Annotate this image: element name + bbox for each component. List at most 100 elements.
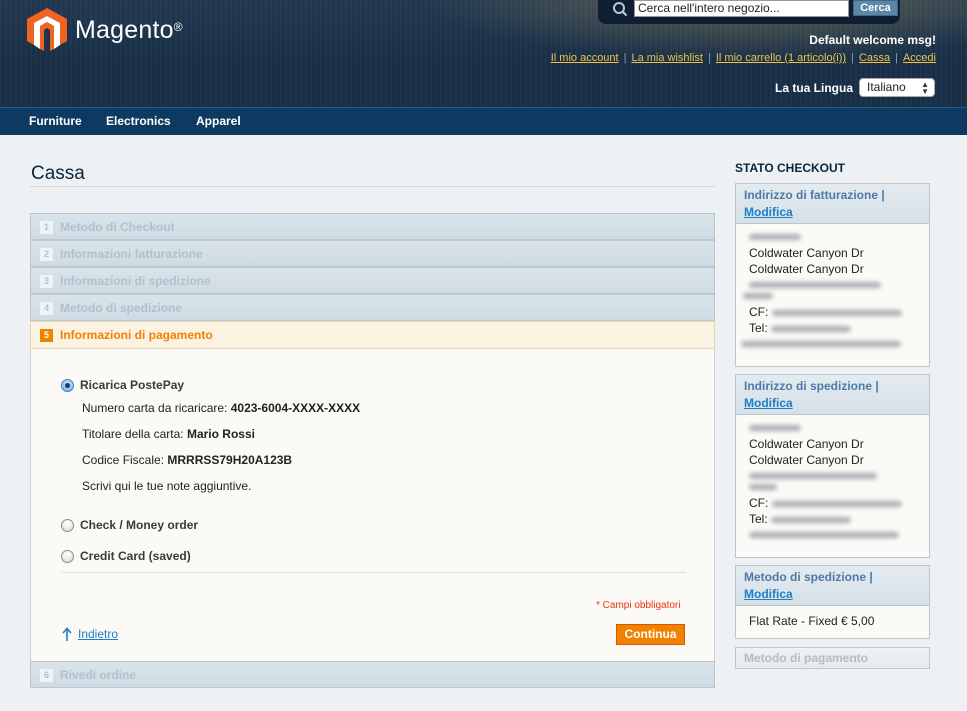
step-label: Informazioni di spedizione bbox=[60, 274, 211, 288]
language-label: La tua Lingua bbox=[775, 81, 853, 95]
shipping-address-header: Indirizzo di spedizione | Modifica bbox=[736, 375, 929, 415]
step-billing-info[interactable]: 2 Informazioni fatturazione bbox=[30, 240, 715, 267]
billing-cf-label: CF: bbox=[749, 305, 769, 319]
panel-divider bbox=[61, 572, 686, 573]
notes-text[interactable]: Scrivi qui le tue note aggiuntive. bbox=[82, 479, 251, 493]
back-link[interactable]: Indietro bbox=[78, 627, 118, 641]
shipping-method-value: Flat Rate - Fixed € 5,00 bbox=[749, 614, 875, 628]
redacted-cf bbox=[771, 309, 902, 316]
fiscal-code-label: Codice Fiscale: bbox=[82, 453, 165, 467]
header-separator: | bbox=[875, 379, 879, 393]
search-icon bbox=[613, 2, 628, 17]
billing-address-box: Indirizzo di fatturazione | Modifica Col… bbox=[735, 183, 930, 367]
card-holder-row: Titolare della carta: Mario Rossi bbox=[82, 427, 255, 441]
language-value: Italiano bbox=[867, 80, 906, 94]
billing-street-2: Coldwater Canyon Dr bbox=[749, 262, 864, 276]
nav-item-furniture[interactable]: Furniture bbox=[29, 114, 82, 128]
title-divider bbox=[30, 186, 715, 187]
redacted-name bbox=[749, 425, 801, 431]
card-holder-label: Titolare della carta: bbox=[82, 427, 184, 441]
shipping-address-title: Indirizzo di spedizione bbox=[744, 379, 873, 393]
search-input[interactable]: Cerca nell'intero negozio... bbox=[634, 0, 849, 17]
billing-edit-link[interactable]: Modifica bbox=[744, 205, 793, 219]
billing-street-1: Coldwater Canyon Dr bbox=[749, 246, 864, 260]
payment-method-box: Metodo di pagamento bbox=[735, 647, 930, 669]
link-checkout[interactable]: Cassa bbox=[859, 52, 890, 64]
shipping-edit-link[interactable]: Modifica bbox=[744, 396, 793, 410]
billing-address-header: Indirizzo di fatturazione | Modifica bbox=[736, 184, 929, 224]
step-label: Metodo di Checkout bbox=[60, 220, 175, 234]
step-label: Informazioni fatturazione bbox=[60, 247, 203, 261]
step-number: 3 bbox=[40, 275, 53, 288]
step-order-review[interactable]: 6 Rivedi ordine bbox=[30, 661, 715, 688]
shipping-address-body: Coldwater Canyon Dr Coldwater Canyon Dr … bbox=[736, 415, 929, 551]
redacted-tel bbox=[771, 516, 852, 523]
page-title: Cassa bbox=[31, 163, 85, 184]
step-number: 6 bbox=[40, 669, 53, 682]
magento-logo[interactable]: Magento® bbox=[27, 8, 183, 52]
fiscal-code-value: MRRRSS79H20A123B bbox=[167, 453, 293, 467]
option-postepay-label[interactable]: Ricarica PostePay bbox=[80, 378, 184, 392]
step-shipping-info[interactable]: 3 Informazioni di spedizione bbox=[30, 267, 715, 294]
redacted-email bbox=[741, 341, 901, 347]
option-credit-card-label[interactable]: Credit Card (saved) bbox=[80, 549, 191, 563]
card-holder-value: Mario Rossi bbox=[186, 427, 255, 441]
step-label: Metodo di spedizione bbox=[60, 301, 182, 315]
payment-panel: Ricarica PostePay Numero carta da ricari… bbox=[30, 349, 715, 661]
shipping-tel-label: Tel: bbox=[749, 512, 768, 526]
option-check-money-order-label[interactable]: Check / Money order bbox=[80, 518, 198, 532]
step-number: 5 bbox=[40, 329, 53, 342]
shipping-method-edit-link[interactable]: Modifica bbox=[744, 587, 793, 601]
link-cart[interactable]: Il mio carrello (1 articolo(i)) bbox=[716, 52, 846, 64]
required-fields-note: * Campi obbligatori bbox=[596, 600, 681, 611]
step-label: Rivedi ordine bbox=[60, 668, 137, 682]
arrow-up-icon bbox=[62, 627, 72, 641]
step-number: 4 bbox=[40, 302, 53, 315]
redacted-city bbox=[749, 473, 877, 479]
redacted-cf bbox=[771, 500, 902, 507]
card-number-row: Numero carta da ricaricare: 4023-6004-XX… bbox=[82, 401, 360, 415]
link-my-account[interactable]: Il mio account bbox=[551, 52, 619, 64]
nav-item-electronics[interactable]: Electronics bbox=[106, 114, 171, 128]
link-login[interactable]: Accedi bbox=[903, 52, 936, 64]
card-number-label: Numero carta da ricaricare: bbox=[82, 401, 228, 415]
card-number-value: 4023-6004-XXXX-XXXX bbox=[230, 401, 361, 415]
language-select[interactable]: Italiano ▲ ▼ bbox=[859, 78, 935, 97]
shipping-street-1: Coldwater Canyon Dr bbox=[749, 437, 864, 451]
radio-check-money-order[interactable] bbox=[61, 519, 74, 532]
shipping-address-box: Indirizzo di spedizione | Modifica Coldw… bbox=[735, 374, 930, 558]
redacted-name bbox=[749, 234, 801, 240]
link-wishlist[interactable]: La mia wishlist bbox=[631, 52, 703, 64]
redacted-tel bbox=[771, 325, 852, 332]
step-payment-info[interactable]: 5 Informazioni di pagamento bbox=[30, 321, 715, 349]
billing-tel-label: Tel: bbox=[749, 321, 768, 335]
welcome-message: Default welcome msg! bbox=[809, 33, 936, 47]
logo-text: Magento bbox=[75, 15, 174, 44]
shipping-method-header: Metodo di spedizione | Modifica bbox=[736, 566, 929, 606]
step-label: Informazioni di pagamento bbox=[60, 328, 213, 342]
nav-item-apparel[interactable]: Apparel bbox=[196, 114, 241, 128]
step-shipping-method[interactable]: 4 Metodo di spedizione bbox=[30, 294, 715, 321]
redacted-city bbox=[749, 282, 881, 288]
select-arrows-icon: ▲ ▼ bbox=[921, 80, 929, 96]
billing-address-body: Coldwater Canyon Dr Coldwater Canyon Dr … bbox=[736, 224, 929, 360]
radio-credit-card[interactable] bbox=[61, 550, 74, 563]
main-nav: Furniture Electronics Apparel bbox=[0, 107, 967, 135]
header-separator: | bbox=[869, 570, 873, 584]
billing-address-title: Indirizzo di fatturazione bbox=[744, 188, 878, 202]
shipping-street-2: Coldwater Canyon Dr bbox=[749, 453, 864, 467]
search-button[interactable]: Cerca bbox=[853, 0, 898, 16]
step-checkout-method[interactable]: 1 Metodo di Checkout bbox=[30, 213, 715, 240]
redacted-email bbox=[749, 532, 899, 538]
redacted-country bbox=[749, 484, 777, 490]
step-number: 1 bbox=[40, 221, 53, 234]
redacted-country bbox=[743, 293, 773, 299]
logo-registered: ® bbox=[173, 19, 183, 34]
top-links: Il mio account | La mia wishlist | Il mio ca… bbox=[550, 52, 936, 64]
radio-postepay[interactable] bbox=[61, 379, 74, 392]
shipping-method-title: Metodo di spedizione bbox=[744, 570, 866, 584]
magento-logo-icon bbox=[27, 8, 67, 51]
shipping-method-box: Metodo di spedizione | Modifica Flat Rat… bbox=[735, 565, 930, 639]
continue-button[interactable]: Continua bbox=[616, 624, 685, 645]
checkout-progress-title: STATO CHECKOUT bbox=[735, 161, 845, 175]
